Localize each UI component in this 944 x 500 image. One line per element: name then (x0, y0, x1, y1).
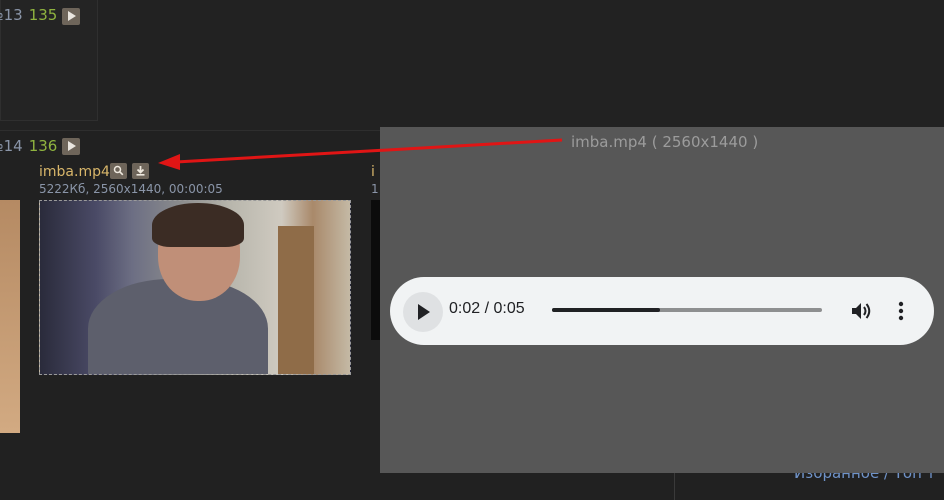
previous-attachment-thumbnail[interactable] (0, 200, 20, 433)
expand-play-button[interactable] (62, 138, 80, 155)
post-number[interactable]: 135 (29, 6, 58, 24)
expand-play-button[interactable] (62, 8, 80, 25)
media-viewer-title: imba.mp4 ( 2560x1440 ) (571, 133, 759, 151)
post-number[interactable]: 136 (29, 137, 58, 155)
post-header: №13 135 (0, 6, 57, 24)
progress-fill (552, 308, 660, 312)
audio-player[interactable]: 0:02 / 0:05 (390, 277, 934, 345)
thumbnail-person-hair (152, 203, 244, 247)
attachment-meta: 5222Кб, 2560x1440, 00:00:05 (39, 182, 223, 196)
thumbnail-door (278, 226, 314, 374)
progress-slider[interactable] (552, 308, 822, 312)
video-thumbnail[interactable] (39, 200, 351, 375)
download-icon[interactable] (132, 163, 149, 179)
post-header: №14 136 (0, 137, 57, 155)
more-vert-icon[interactable] (890, 300, 912, 322)
footer-divider (674, 470, 675, 500)
post-id-fragment[interactable]: №13 (0, 6, 23, 24)
play-button[interactable] (403, 292, 443, 332)
attachment-filename[interactable]: imba.mp4 (39, 164, 110, 180)
search-icon[interactable] (110, 163, 127, 179)
player-time: 0:02 / 0:05 (449, 300, 525, 317)
post-id-fragment[interactable]: №14 (0, 137, 23, 155)
neighbor-attachment-filename[interactable]: i (371, 164, 375, 180)
volume-icon[interactable] (850, 300, 874, 322)
neighbor-attachment-meta: 1 (371, 182, 379, 196)
